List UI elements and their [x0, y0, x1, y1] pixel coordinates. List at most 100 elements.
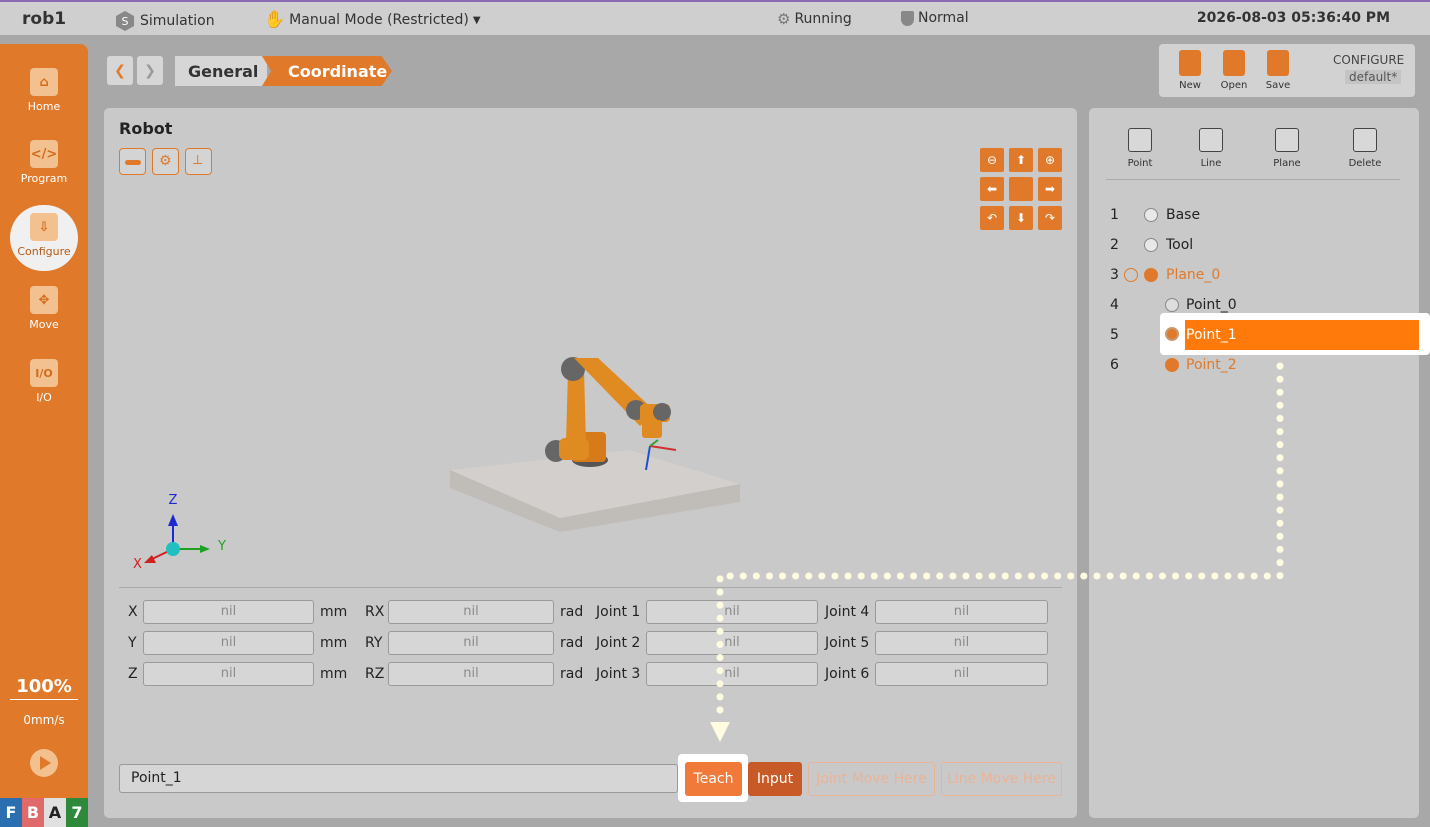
tree-item-plane-0[interactable]: Plane_0	[1166, 260, 1220, 290]
point-icon	[1165, 298, 1179, 312]
input-button[interactable]: Input	[748, 762, 802, 796]
breadcrumb-general[interactable]: General	[175, 56, 267, 86]
axis-x-label: X	[133, 557, 142, 572]
robot-3d-viewport[interactable]: Z Y X	[104, 108, 1077, 588]
x-field[interactable]: nil	[143, 600, 314, 624]
axis-y-label: Y	[217, 539, 226, 554]
play-icon	[40, 756, 51, 770]
config-toolbar: New Open Save CONFIGURE default*	[1159, 44, 1415, 97]
joint1-field[interactable]: nil	[646, 600, 818, 624]
rx-label: RX	[365, 604, 385, 620]
joint3-field[interactable]: nil	[646, 662, 818, 686]
joint-move-here-button[interactable]: Joint Move Here	[808, 762, 935, 796]
tree-divider	[1106, 179, 1400, 180]
joint2-field[interactable]: nil	[646, 631, 818, 655]
tree-num: 5	[1110, 327, 1119, 343]
status-a: A	[44, 798, 66, 827]
z-field[interactable]: nil	[143, 662, 314, 686]
configure-label: CONFIGURE	[1333, 53, 1405, 67]
robot-name: rob1	[22, 9, 67, 29]
delete-button[interactable]: Delete	[1340, 128, 1390, 169]
sidebar-item-move[interactable]: ✥ Move	[10, 286, 78, 331]
teach-button[interactable]: Teach	[685, 762, 742, 796]
simulation-label: Simulation	[140, 13, 215, 29]
home-icon: ⌂	[30, 68, 58, 96]
add-point-button[interactable]: Point	[1115, 128, 1165, 169]
status-7: 7	[66, 798, 88, 827]
tree-item-tool[interactable]: Tool	[1166, 230, 1193, 260]
config-name: default*	[1345, 70, 1402, 84]
configure-icon: ⇩	[30, 213, 58, 241]
breadcrumb-coordinate[interactable]: Coordinate	[262, 56, 392, 86]
delete-label: Delete	[1348, 158, 1382, 169]
manual-mode-dropdown[interactable]: ✋ Manual Mode (Restricted) ▼	[264, 10, 481, 30]
tree-num: 2	[1110, 237, 1119, 253]
status-indicators: F B A 7	[0, 798, 88, 827]
y-label: Y	[128, 635, 137, 651]
io-icon: I/O	[30, 359, 58, 387]
code-icon: </>	[30, 140, 58, 168]
line-label: Line	[1200, 158, 1222, 169]
tree-item-base[interactable]: Base	[1166, 200, 1200, 230]
sidebar-item-configure[interactable]: ⇩ Configure	[10, 205, 78, 271]
joint3-label: Joint 3	[596, 666, 641, 682]
joint5-field[interactable]: nil	[875, 631, 1048, 655]
tree-num: 1	[1110, 207, 1119, 223]
point-label: Point	[1127, 158, 1153, 169]
joint6-field[interactable]: nil	[875, 662, 1048, 686]
sidebar-item-label: Move	[29, 318, 59, 331]
new-label: New	[1179, 80, 1201, 91]
plane-icon	[1144, 268, 1158, 282]
joint4-field[interactable]: nil	[875, 600, 1048, 624]
simulation-indicator[interactable]: S Simulation	[114, 10, 215, 32]
y-field[interactable]: nil	[143, 631, 314, 655]
rz-field[interactable]: nil	[388, 662, 554, 686]
sidebar-item-label: Configure	[17, 245, 71, 258]
sidebar-item-io[interactable]: I/O I/O	[10, 359, 78, 404]
x-unit: mm	[320, 604, 348, 620]
collapse-icon[interactable]	[1124, 268, 1138, 282]
line-move-here-button[interactable]: Line Move Here	[941, 762, 1062, 796]
save-button[interactable]: Save	[1261, 50, 1295, 91]
chevron-right-icon: ❯	[144, 62, 156, 79]
point-icon	[1128, 128, 1152, 152]
point-name-input[interactable]: Point_1	[119, 764, 678, 793]
add-line-button[interactable]: Line	[1186, 128, 1236, 169]
open-button[interactable]: Open	[1217, 50, 1251, 91]
sidebar-item-home[interactable]: ⌂ Home	[10, 68, 78, 113]
datetime: 2026-08-03 05:36:40 PM	[1196, 10, 1390, 26]
sidebar-item-label: Program	[20, 172, 68, 185]
rx-unit: rad	[560, 604, 584, 620]
new-button[interactable]: New	[1173, 50, 1207, 91]
point-icon	[1165, 358, 1179, 372]
sidebar-item-label: I/O	[36, 391, 52, 404]
speed-percent[interactable]: 100%	[10, 676, 78, 700]
tree-item-point-1[interactable]: Point_1	[1185, 320, 1419, 350]
ry-field[interactable]: nil	[388, 631, 554, 655]
sidebar-item-program[interactable]: </> Program	[10, 140, 78, 185]
line-icon	[1199, 128, 1223, 152]
play-button[interactable]	[30, 749, 58, 777]
move-icon: ✥	[30, 286, 58, 314]
ry-unit: rad	[560, 635, 584, 651]
manual-mode-label: Manual Mode (Restricted)	[289, 12, 469, 28]
x-label: X	[128, 604, 138, 620]
feature-panel	[1089, 108, 1419, 818]
status-b: B	[22, 798, 44, 827]
running-icon: ⚙	[777, 10, 791, 28]
divider	[119, 587, 1062, 588]
tree-num: 4	[1110, 297, 1119, 313]
tree-item-point-2[interactable]: Point_2	[1186, 350, 1237, 380]
joint6-label: Joint 6	[825, 666, 870, 682]
trash-icon	[1353, 128, 1377, 152]
rx-field[interactable]: nil	[388, 600, 554, 624]
forward-button[interactable]: ❯	[137, 56, 163, 85]
save-label: Save	[1265, 80, 1291, 91]
joint2-label: Joint 2	[596, 635, 641, 651]
ry-label: RY	[365, 635, 383, 651]
status-f: F	[0, 798, 22, 827]
add-plane-button[interactable]: Plane	[1262, 128, 1312, 169]
point-icon	[1165, 327, 1179, 341]
back-button[interactable]: ❮	[107, 56, 133, 85]
chevron-down-icon: ▼	[472, 14, 481, 26]
